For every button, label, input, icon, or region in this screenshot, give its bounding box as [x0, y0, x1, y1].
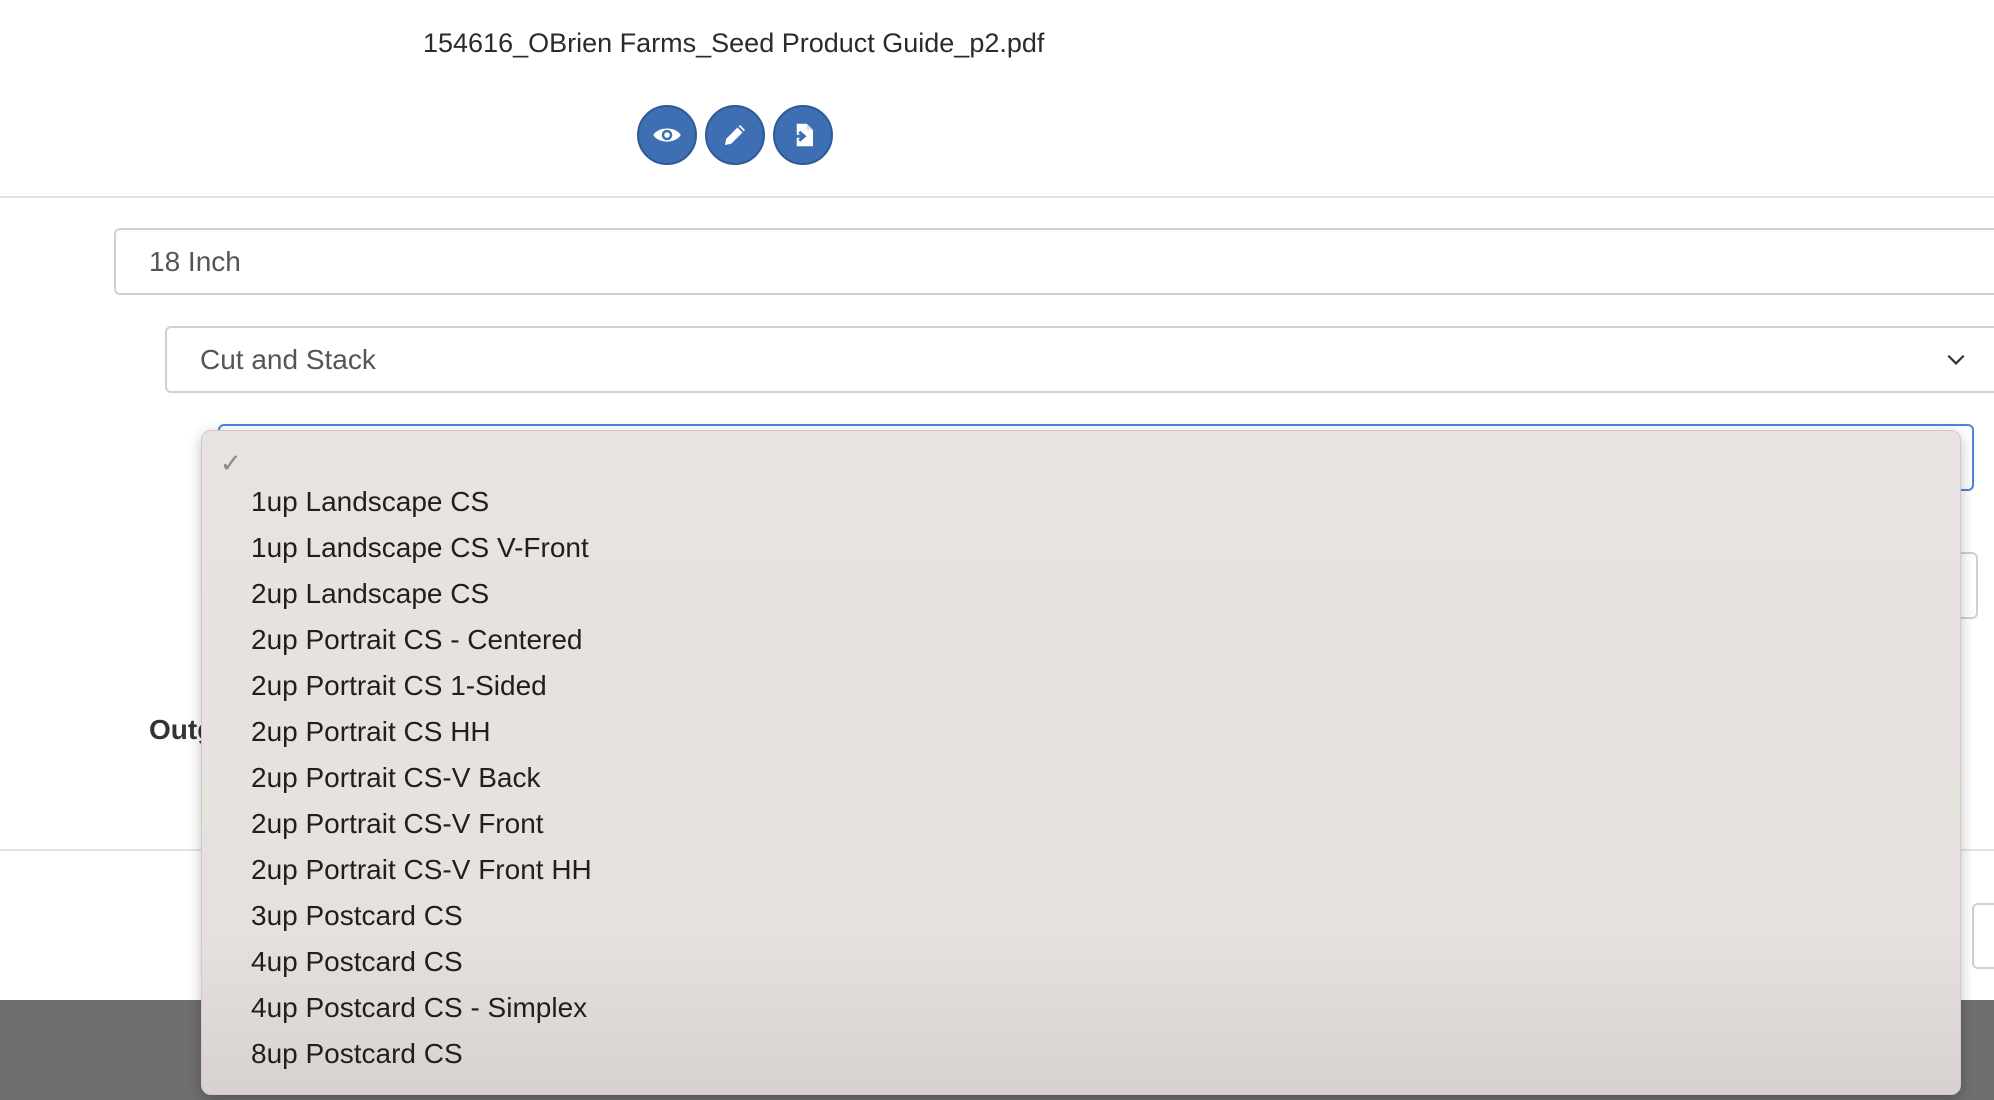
dropdown-option[interactable]: 2up Landscape CS	[202, 571, 1960, 617]
file-title: 154616_OBrien Farms_Seed Product Guide_p…	[423, 28, 1045, 58]
layout-options: 1up Landscape CS 1up Landscape CS V-Fron…	[202, 479, 1960, 1077]
size-value: 18 Inch	[149, 245, 241, 277]
dropdown-option[interactable]: 4up Postcard CS - Simplex	[202, 985, 1960, 1031]
finishing-select[interactable]: Cut and Stack	[165, 326, 1994, 393]
pencil-icon	[725, 125, 745, 145]
preview-button[interactable]	[637, 105, 697, 165]
dropdown-option[interactable]: 2up Portrait CS-V Back	[202, 755, 1960, 801]
file-import-icon	[790, 123, 813, 147]
footer-button[interactable]	[1972, 903, 1994, 969]
dropdown-option[interactable]: 4up Postcard CS	[202, 939, 1960, 985]
chevron-down-icon	[1947, 354, 1965, 365]
eye-icon	[653, 128, 681, 142]
header-divider	[0, 196, 1994, 198]
dropdown-option[interactable]: 2up Portrait CS HH	[202, 709, 1960, 755]
dropdown-option[interactable]: 2up Portrait CS-V Front HH	[202, 847, 1960, 893]
finishing-value: Cut and Stack	[200, 343, 376, 375]
dropdown-option[interactable]: 2up Portrait CS 1-Sided	[202, 663, 1960, 709]
file-actions	[637, 105, 833, 165]
dropdown-option[interactable]: 2up Portrait CS - Centered	[202, 617, 1960, 663]
checkmark-icon: ✓	[220, 448, 242, 478]
size-field[interactable]: 18 Inch	[114, 228, 1994, 295]
edit-button[interactable]	[705, 105, 765, 165]
dropdown-option[interactable]: 3up Postcard CS	[202, 893, 1960, 939]
dropdown-option[interactable]: 1up Landscape CS V-Front	[202, 525, 1960, 571]
import-button[interactable]	[773, 105, 833, 165]
dropdown-option[interactable]: 1up Landscape CS	[202, 479, 1960, 525]
layout-dropdown-menu[interactable]: ✓ 1up Landscape CS 1up Landscape CS V-Fr…	[201, 430, 1961, 1095]
dropdown-option[interactable]: 2up Portrait CS-V Front	[202, 801, 1960, 847]
dropdown-option[interactable]: 8up Postcard CS	[202, 1031, 1960, 1077]
